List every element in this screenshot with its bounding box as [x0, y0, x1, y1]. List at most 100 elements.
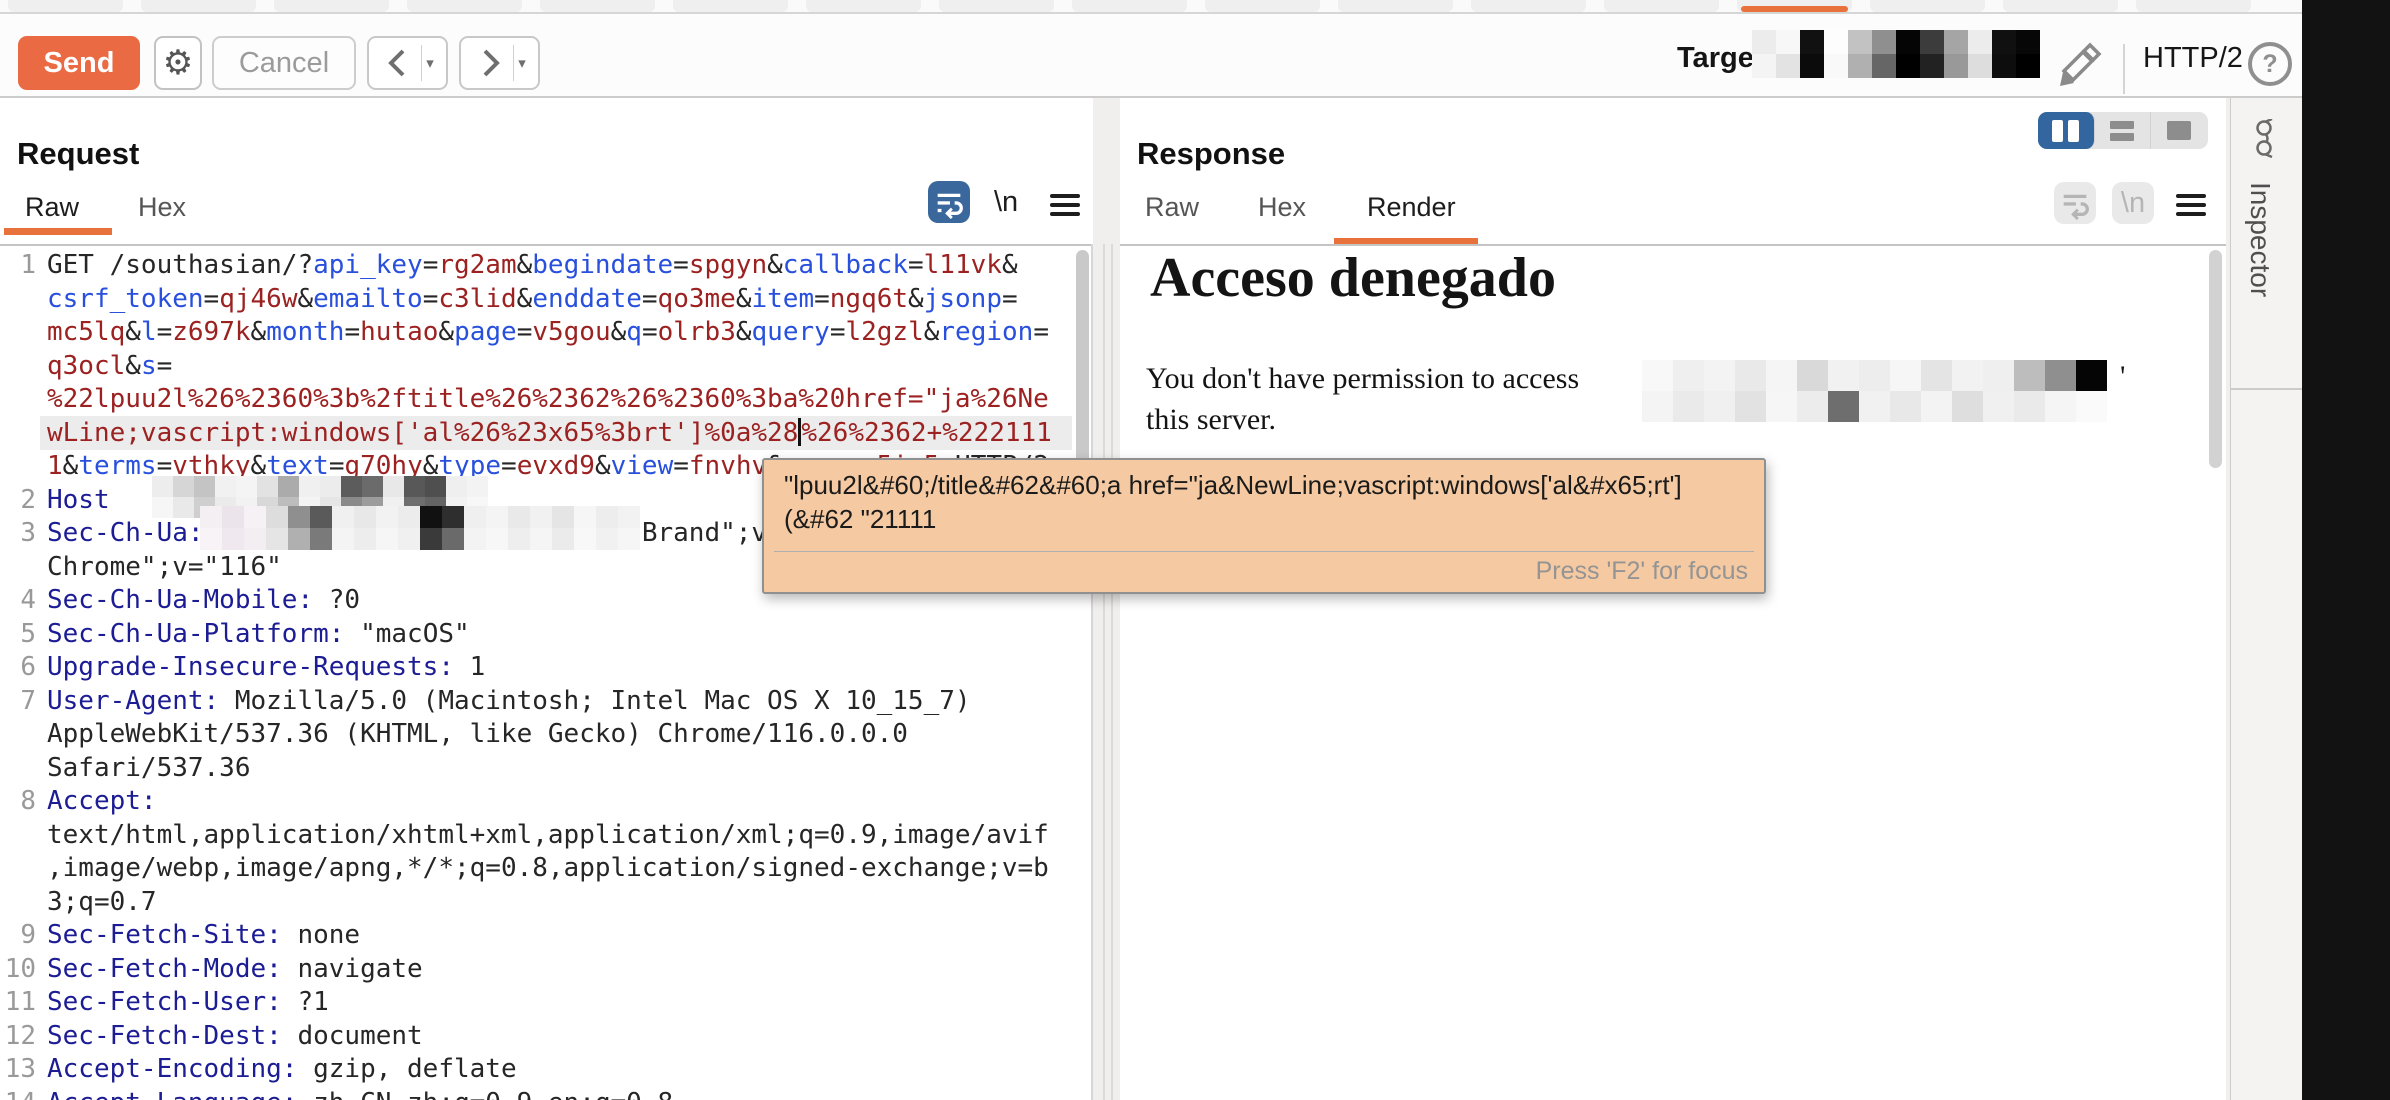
inspector-section-divider: [2230, 388, 2302, 390]
line-number: 3: [0, 516, 36, 550]
button-divider: [421, 45, 422, 81]
app-tab[interactable]: [2003, 0, 2118, 12]
request-editor-line[interactable]: 9Sec-Fetch-Site: none: [0, 918, 1072, 952]
app-tab[interactable]: [1072, 0, 1187, 12]
request-menu-icon[interactable]: [1050, 194, 1080, 216]
response-tab-raw[interactable]: Raw: [1145, 192, 1199, 223]
request-tab-hex[interactable]: Hex: [138, 192, 186, 223]
request-editor-line[interactable]: csrf_token=qj46w&emailto=c3lid&enddate=q…: [0, 282, 1072, 316]
cancel-button[interactable]: Cancel: [212, 36, 356, 90]
response-show-newlines-toggle[interactable]: \n: [2112, 182, 2154, 224]
request-editor-line[interactable]: Safari/537.36: [0, 751, 1072, 785]
chevron-right-icon: [473, 43, 507, 83]
burp-repeater-window: Send ⚙ Cancel ▾ ▾ Target HTTP/2 ?: [0, 0, 2390, 1100]
chevron-left-icon: [381, 43, 415, 83]
request-editor[interactable]: 1GET /southasian/?api_key=rg2am&begindat…: [0, 248, 1072, 1100]
line-number: 1: [0, 248, 36, 282]
app-tab[interactable]: [407, 0, 522, 12]
button-divider: [513, 45, 514, 81]
request-editor-line[interactable]: mc5lq&l=z697k&month=hutao&page=v5gou&q=o…: [0, 315, 1072, 349]
app-tab[interactable]: [1604, 0, 1719, 12]
show-newlines-toggle[interactable]: \n: [994, 186, 1018, 219]
response-url-redaction: [1642, 360, 2107, 422]
target-label: Target: [1677, 42, 1763, 75]
app-tab[interactable]: [141, 0, 256, 12]
request-editor-line[interactable]: %22lpuu2l%26%2360%3b%2ftitle%26%2362%26%…: [0, 382, 1072, 416]
panel-splitter[interactable]: [1103, 244, 1105, 1100]
request-panel-border: [1091, 244, 1093, 1100]
layout-toggle-group: [2038, 112, 2208, 149]
tooltip-decoded-text: (&#62 "21111: [784, 504, 936, 535]
line-number: 7: [0, 684, 36, 718]
line-number: 5: [0, 617, 36, 651]
request-editor-line[interactable]: wLine;vascript:windows['al%26%23x65%3brt…: [0, 416, 1072, 450]
render-page-heading: Acceso denegado: [1150, 246, 1556, 310]
line-number: 10: [0, 952, 36, 986]
response-menu-icon[interactable]: [2176, 194, 2206, 216]
request-editor-line[interactable]: AppleWebKit/537.36 (KHTML, like Gecko) C…: [0, 717, 1072, 751]
app-tab[interactable]: [274, 0, 389, 12]
request-title: Request: [17, 136, 139, 172]
inspector-tab-label[interactable]: Inspector: [2244, 182, 2276, 297]
line-number: 11: [0, 985, 36, 1019]
line-number: 4: [0, 583, 36, 617]
app-tab[interactable]: [1338, 0, 1453, 12]
render-body-line: You don't have permission to access: [1146, 362, 1579, 396]
app-tab[interactable]: [673, 0, 788, 12]
line-number: 13: [0, 1052, 36, 1086]
request-editor-line[interactable]: 14Accept-Language: zh-CN,zh;q=0.9,en;q=0…: [0, 1086, 1072, 1100]
single-layout-icon[interactable]: [2151, 112, 2208, 149]
request-editor-line[interactable]: 5Sec-Ch-Ua-Platform: "macOS": [0, 617, 1072, 651]
app-tab-bar: [0, 0, 2302, 12]
response-tab-hex[interactable]: Hex: [1258, 192, 1306, 223]
response-tab-render[interactable]: Render: [1367, 192, 1456, 223]
request-editor-border: [0, 244, 1093, 246]
request-active-tab-underline: [4, 228, 112, 235]
request-editor-line[interactable]: 1GET /southasian/?api_key=rg2am&begindat…: [0, 248, 1072, 282]
line-number: 8: [0, 784, 36, 818]
columns-layout-icon[interactable]: [2038, 112, 2095, 149]
tooltip-divider: [774, 551, 1754, 552]
app-tab[interactable]: [2136, 0, 2251, 12]
app-tab[interactable]: [1471, 0, 1586, 12]
request-editor-line[interactable]: ,image/webp,image/apng,*/*;q=0.8,applica…: [0, 851, 1072, 885]
request-editor-line[interactable]: 13Accept-Encoding: gzip, deflate: [0, 1052, 1072, 1086]
request-editor-line[interactable]: 6Upgrade-Insecure-Requests: 1: [0, 650, 1072, 684]
send-button[interactable]: Send: [18, 36, 140, 90]
rows-layout-icon[interactable]: [2095, 112, 2152, 149]
response-title: Response: [1137, 136, 1285, 172]
tooltip-focus-hint: Press 'F2' for focus: [1536, 557, 1748, 586]
request-tab-raw[interactable]: Raw: [25, 192, 79, 223]
desktop-background: [2302, 0, 2390, 1100]
request-editor-line[interactable]: 12Sec-Fetch-Dest: document: [0, 1019, 1072, 1053]
request-editor-line[interactable]: text/html,application/xhtml+xml,applicat…: [0, 818, 1072, 852]
request-editor-line[interactable]: 7User-Agent: Mozilla/5.0 (Macintosh; Int…: [0, 684, 1072, 718]
request-editor-line[interactable]: q3ocl&s=: [0, 349, 1072, 383]
inspector-glasses-icon: [2254, 119, 2280, 159]
app-tab[interactable]: [939, 0, 1054, 12]
app-tab[interactable]: [1205, 0, 1320, 12]
gear-icon[interactable]: ⚙: [154, 36, 202, 90]
request-editor-line[interactable]: 11Sec-Fetch-User: ?1: [0, 985, 1072, 1019]
word-wrap-toggle-icon[interactable]: [928, 181, 970, 223]
back-history-dropdown-icon[interactable]: ▾: [426, 54, 434, 72]
app-tab[interactable]: [1870, 0, 1985, 12]
app-tab[interactable]: [540, 0, 655, 12]
forward-button[interactable]: ▾: [459, 36, 540, 90]
line-number: 9: [0, 918, 36, 952]
line-number: 14: [0, 1086, 36, 1100]
request-editor-line[interactable]: 3;q=0.7: [0, 885, 1072, 919]
response-word-wrap-toggle-icon[interactable]: [2054, 182, 2096, 224]
app-tab[interactable]: [8, 0, 123, 12]
edit-target-pencil-icon[interactable]: [2050, 40, 2102, 94]
response-scrollbar[interactable]: [2209, 250, 2222, 468]
help-icon[interactable]: ?: [2248, 42, 2292, 86]
request-editor-line[interactable]: 8Accept:: [0, 784, 1072, 818]
forward-history-dropdown-icon[interactable]: ▾: [518, 54, 526, 72]
back-button[interactable]: ▾: [367, 36, 448, 90]
request-editor-line[interactable]: 10Sec-Fetch-Mode: navigate: [0, 952, 1072, 986]
app-tab[interactable]: [806, 0, 921, 12]
panel-splitter[interactable]: [1111, 244, 1113, 1100]
wrap-lines-icon: [2058, 186, 2092, 220]
render-trailing-mark: ': [2120, 360, 2125, 394]
